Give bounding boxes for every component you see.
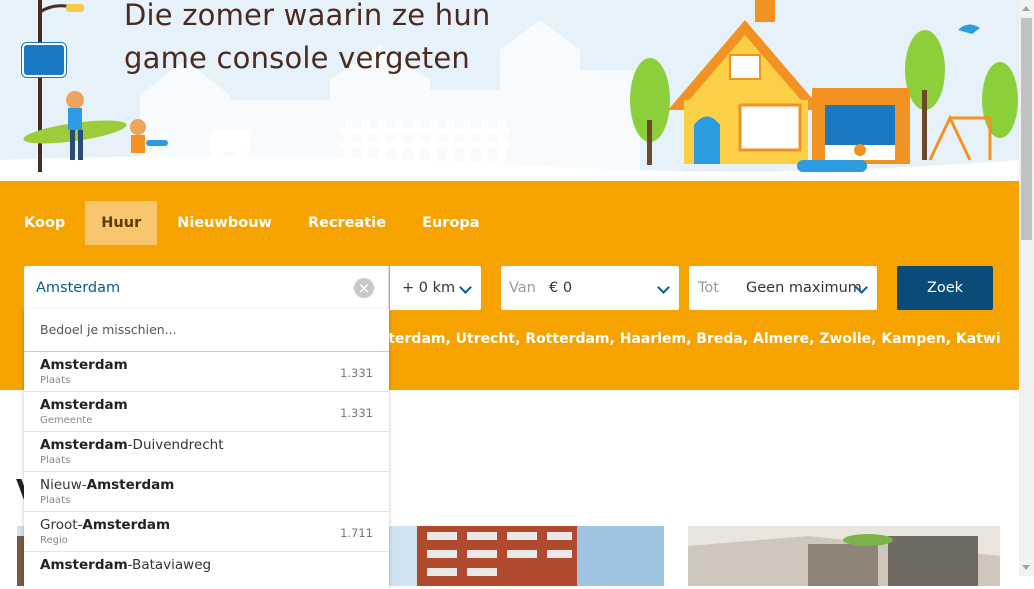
suggestion-name: Amsterdam-Duivendrecht	[40, 437, 224, 453]
price-min-label: Van	[509, 280, 536, 296]
location-input-value: Amsterdam	[36, 280, 121, 296]
street-sign-icon	[22, 43, 66, 77]
suggestion-count: 1.331	[340, 406, 373, 420]
search-button[interactable]: Zoek	[897, 266, 993, 310]
price-max-select[interactable]: Tot Geen maximum	[689, 266, 877, 310]
suggestion-item[interactable]: Amsterdam Gemeente 1.331	[24, 392, 389, 432]
hero-title: Die zomer waarin ze hun game console ver…	[124, 0, 584, 80]
suggestion-type: Plaats	[40, 455, 71, 466]
suggestion-name: Amsterdam-Bataviaweg	[40, 557, 212, 573]
suggestion-type: Regio	[40, 535, 68, 546]
location-input[interactable]: Amsterdam ×	[24, 266, 389, 310]
suggestion-count: 1.711	[340, 526, 373, 540]
hero-banner: Die zomer waarin ze hun game console ver…	[0, 0, 1019, 181]
hero-title-line-1: Die zomer waarin ze hun	[124, 0, 491, 32]
suggestion-item[interactable]: Groot-Amsterdam Regio 1.711	[24, 512, 389, 552]
listing-image[interactable]	[688, 526, 1000, 586]
clear-input-icon[interactable]: ×	[354, 278, 374, 298]
popular-cities-links[interactable]: sterdam, Utrecht, Rotterdam, Haarlem, Br…	[380, 329, 1000, 349]
suggestion-item[interactable]: Nieuw-Amsterdam Plaats	[24, 472, 389, 512]
price-min-select[interactable]: Van € 0	[501, 266, 679, 310]
radius-select[interactable]: + 0 km	[390, 266, 481, 310]
price-min-value: € 0	[549, 280, 573, 296]
search-tabs: Koop Huur Nieuwbouw Recreatie Europa	[8, 201, 500, 245]
chevron-down-icon	[657, 281, 670, 294]
suggestion-name: Amsterdam	[40, 357, 128, 373]
price-max-value: Geen maximum	[746, 280, 862, 296]
price-max-label: Tot	[698, 280, 719, 296]
suggestion-name: Amsterdam	[40, 397, 128, 413]
suggestion-item[interactable]: Amsterdam Plaats 1.331	[24, 352, 389, 392]
tab-recreatie[interactable]: Recreatie	[292, 201, 402, 245]
scroll-down-arrow-icon[interactable]	[1019, 559, 1034, 576]
tab-huur[interactable]: Huur	[85, 201, 158, 245]
tab-nieuwbouw[interactable]: Nieuwbouw	[161, 201, 288, 245]
tab-koop[interactable]: Koop	[8, 201, 81, 245]
suggestion-name: Groot-Amsterdam	[40, 517, 171, 533]
hero-title-line-2: game console vergeten	[124, 41, 470, 75]
location-suggestions-dropdown: Bedoel je misschien... Amsterdam Plaats …	[24, 309, 389, 589]
suggestion-type: Plaats	[40, 375, 71, 386]
suggestion-item[interactable]: Amsterdam-Duivendrecht Plaats	[24, 432, 389, 472]
suggestion-type: Gemeente	[40, 415, 93, 426]
scroll-up-arrow-icon[interactable]	[1019, 0, 1034, 17]
chevron-down-icon	[459, 281, 472, 294]
tab-europa[interactable]: Europa	[406, 201, 496, 245]
page-scrollbar[interactable]	[1019, 0, 1034, 576]
suggestions-heading: Bedoel je misschien...	[24, 309, 389, 352]
suggestion-count: 1.331	[340, 366, 373, 380]
suggestion-name: Nieuw-Amsterdam	[40, 477, 175, 493]
suggestion-type: Plaats	[40, 495, 71, 506]
suggestion-item[interactable]: Amsterdam-Bataviaweg	[24, 552, 389, 589]
radius-select-value: + 0 km	[402, 280, 456, 296]
scrollbar-thumb[interactable]	[1021, 18, 1032, 240]
